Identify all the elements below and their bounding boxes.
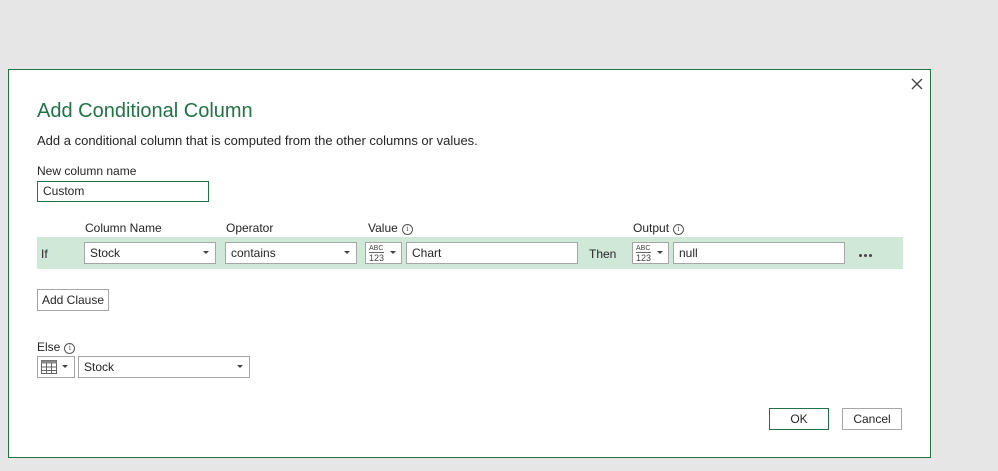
chevron-down-icon (237, 365, 243, 368)
info-icon[interactable]: i (673, 224, 685, 235)
operator-value: contains (231, 246, 276, 260)
if-label: If (41, 247, 48, 261)
value-input[interactable]: Chart (406, 242, 578, 264)
operator-dropdown[interactable]: contains (225, 242, 357, 264)
chevron-down-icon (203, 251, 209, 254)
info-icon[interactable]: i (401, 224, 413, 235)
output-header: Output i (633, 221, 685, 235)
value-header: Value i (368, 221, 413, 235)
output-input[interactable]: null (673, 242, 845, 264)
else-header: Else i (37, 340, 76, 354)
dialog-title: Add Conditional Column (37, 100, 253, 122)
else-column-dropdown[interactable]: Stock (78, 356, 250, 378)
table-icon (41, 360, 57, 374)
else-value: Stock (84, 360, 115, 374)
chevron-down-icon (344, 251, 350, 254)
column-name-dropdown[interactable]: Stock (84, 242, 216, 264)
column-name-header: Column Name (85, 221, 162, 235)
clause-row: If Stock contains ABC 123 Chart Then ABC… (37, 237, 903, 269)
add-clause-button[interactable]: Add Clause (37, 289, 109, 311)
output-type-button[interactable]: ABC 123 (632, 242, 669, 264)
chevron-down-icon (62, 365, 68, 368)
type-abc-text: ABC (369, 245, 384, 252)
type-num-text: 123 (369, 252, 385, 263)
more-options-icon[interactable] (859, 246, 874, 260)
value-header-label: Value (368, 221, 398, 235)
type-abc-text: ABC (636, 245, 651, 252)
close-icon[interactable] (909, 76, 925, 92)
value-type-button[interactable]: ABC 123 (365, 242, 402, 264)
output-header-label: Output (633, 221, 670, 235)
type-num-text: 123 (636, 252, 652, 263)
info-icon[interactable]: i (64, 343, 76, 354)
ok-button[interactable]: OK (769, 408, 829, 430)
then-label: Then (589, 247, 617, 261)
dialog-description: Add a conditional column that is compute… (37, 133, 478, 148)
chevron-down-icon (657, 251, 663, 254)
else-type-button[interactable] (37, 356, 75, 378)
new-column-name-input[interactable]: Custom (37, 181, 209, 202)
cancel-button[interactable]: Cancel (842, 408, 902, 430)
add-conditional-column-dialog: Add Conditional Column Add a conditional… (8, 69, 931, 458)
column-name-value: Stock (90, 246, 121, 260)
new-column-name-label: New column name (37, 164, 137, 178)
operator-header: Operator (226, 221, 274, 235)
chevron-down-icon (390, 251, 396, 254)
else-label: Else (37, 340, 61, 354)
